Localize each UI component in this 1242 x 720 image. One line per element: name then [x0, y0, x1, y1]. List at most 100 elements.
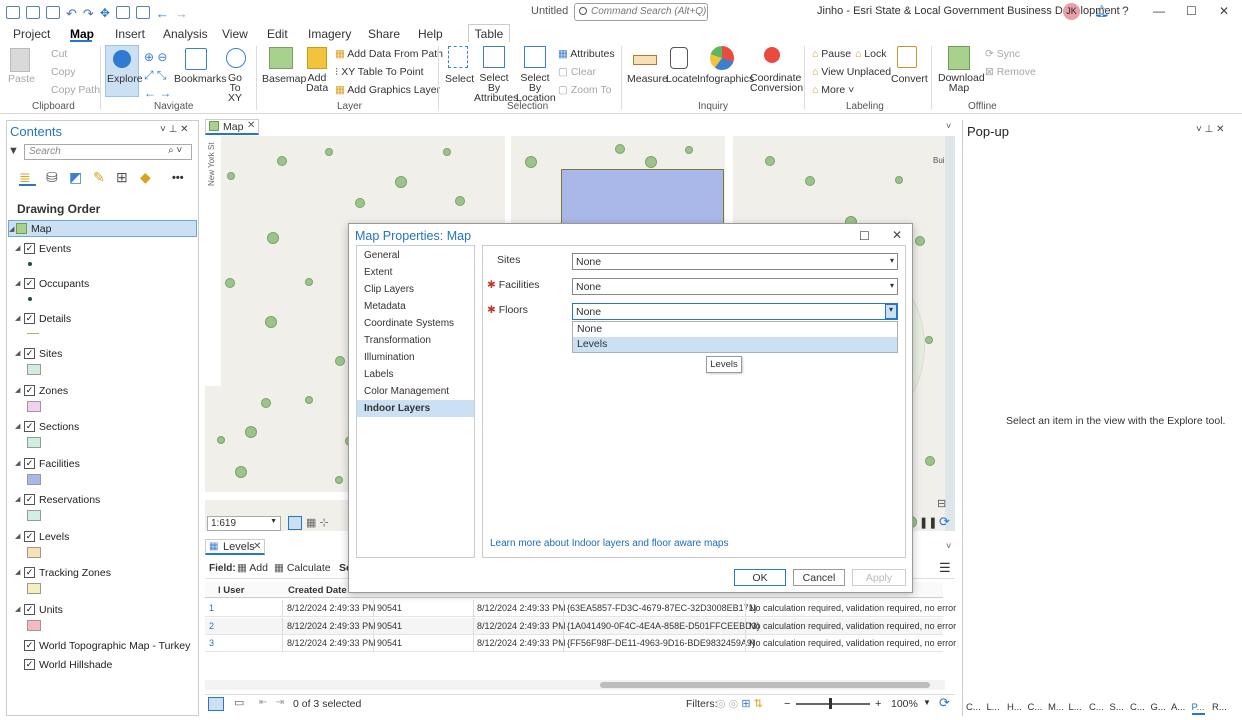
- layer-row[interactable]: ◢ ✓ Occupants: [8, 276, 197, 292]
- avatar[interactable]: JK: [1063, 3, 1080, 20]
- select-by-location-button[interactable]: Select By Location: [516, 73, 556, 104]
- redo-icon[interactable]: ↷: [83, 6, 94, 21]
- expand-icon[interactable]: ◢: [15, 459, 20, 467]
- close-button[interactable]: ✕: [1219, 4, 1229, 18]
- zoom-in-icon[interactable]: +: [875, 698, 881, 710]
- refresh-icon[interactable]: ⟳: [939, 514, 950, 530]
- forward-icon[interactable]: →: [175, 6, 188, 21]
- layer-visibility-checkbox[interactable]: ✓: [24, 567, 35, 578]
- pane-tab[interactable]: L...: [1069, 702, 1082, 713]
- layer-row[interactable]: ◢ ✓ Units: [8, 602, 197, 618]
- lock-button[interactable]: ⌂ Lock: [855, 48, 886, 60]
- sites-select[interactable]: None ▾: [572, 253, 898, 270]
- dialog-nav-item[interactable]: Transformation: [357, 332, 474, 349]
- more-options-button[interactable]: •••: [172, 172, 184, 184]
- layer-row[interactable]: ◢ ✓ Levels: [8, 529, 197, 545]
- layer-visibility-checkbox[interactable]: ✓: [24, 640, 35, 651]
- layer-name[interactable]: Levels: [39, 531, 69, 543]
- save-icon[interactable]: [46, 5, 60, 19]
- expand-icon[interactable]: ◢: [15, 314, 20, 322]
- more-button[interactable]: ⌂ More ˅: [812, 84, 854, 96]
- pane-options-icon[interactable]: ˅ ⊥ ✕: [160, 124, 189, 135]
- layer-visibility-checkbox[interactable]: ✓: [24, 278, 35, 289]
- command-search-input[interactable]: Command Search (Alt+Q): [574, 3, 708, 21]
- tab-dropdown-icon[interactable]: ˅: [946, 541, 951, 551]
- maximize-button[interactable]: ☐: [1186, 4, 1197, 18]
- pane-tab[interactable]: H...: [1007, 702, 1022, 713]
- convert-button[interactable]: Convert: [891, 73, 928, 85]
- scale-selector[interactable]: 1:619 ▼: [207, 516, 281, 531]
- layer-visibility-checkbox[interactable]: ✓: [24, 384, 35, 396]
- copy-path-button[interactable]: Copy Path: [51, 84, 100, 96]
- pane-tab[interactable]: S...: [1110, 702, 1124, 713]
- basemap-button[interactable]: Basemap: [262, 73, 306, 85]
- download-map-button[interactable]: Download Map: [938, 73, 985, 94]
- layer-row[interactable]: ✓ World Hillshade: [8, 657, 197, 673]
- layer-row[interactable]: ◢ ✓ Details: [8, 311, 197, 327]
- dialog-nav-item[interactable]: General: [357, 247, 474, 264]
- pane-tab[interactable]: R...: [1212, 702, 1227, 713]
- layer-visibility-checkbox[interactable]: ✓: [24, 603, 35, 615]
- apply-button[interactable]: Apply: [852, 569, 906, 586]
- pane-tab[interactable]: C...: [1130, 702, 1145, 713]
- add-graphics-layer-button[interactable]: ▦ Add Graphics Layer: [335, 84, 440, 96]
- go-to-xy-button[interactable]: Go To XY: [222, 73, 248, 104]
- list-by-selection-icon[interactable]: ◩: [69, 169, 82, 186]
- tab-insert[interactable]: Insert: [115, 27, 145, 41]
- layer-visibility-checkbox[interactable]: ✓: [24, 348, 35, 359]
- coordinate-conversion-button[interactable]: Coordinate Conversion: [750, 73, 803, 94]
- column-header-created-date[interactable]: Created Date: [288, 585, 347, 596]
- zoom-slider-thumb[interactable]: [829, 698, 832, 709]
- select-button[interactable]: Select: [445, 73, 474, 85]
- layer-name[interactable]: Details: [39, 313, 71, 325]
- table-scrollbar-thumb[interactable]: [600, 682, 930, 688]
- layer-row[interactable]: ◢ ✓ Sites: [8, 346, 197, 362]
- layer-visibility-checkbox[interactable]: ✓: [24, 659, 35, 670]
- tab-map[interactable]: Map: [70, 27, 94, 41]
- sync-button[interactable]: ⟳ Sync: [985, 48, 1020, 60]
- layer-name[interactable]: Events: [39, 243, 71, 255]
- layer-name[interactable]: Reservations: [39, 494, 100, 506]
- tab-analysis[interactable]: Analysis: [163, 27, 208, 41]
- tab-table[interactable]: Table: [468, 24, 510, 42]
- navigate-small-icons[interactable]: ⊕ ⊖ ⤢ ⤡ ← →: [144, 48, 171, 102]
- attributes-button[interactable]: ▦ Attributes: [558, 48, 615, 60]
- dropdown-option-levels[interactable]: Levels: [573, 337, 897, 352]
- add-data-from-path-button[interactable]: ▦ Add Data From Path: [335, 48, 443, 60]
- expand-icon[interactable]: ◢: [15, 605, 20, 613]
- expand-icon[interactable]: ◢: [9, 225, 14, 233]
- pane-tab[interactable]: G...: [1151, 702, 1166, 713]
- help-button[interactable]: ?: [1122, 4, 1129, 18]
- chevron-down-icon[interactable]: ▼: [923, 698, 931, 707]
- zoom-out-icon[interactable]: −: [784, 698, 790, 710]
- tab-edit[interactable]: Edit: [267, 27, 288, 41]
- filter-icon[interactable]: ▼: [8, 145, 19, 157]
- pane-tab[interactable]: C...: [1089, 702, 1104, 713]
- dialog-nav-item[interactable]: Metadata: [357, 298, 474, 315]
- filter-icons[interactable]: ◎ ◎ ⊞ ⇅: [716, 697, 763, 710]
- dialog-nav-item[interactable]: Color Management: [357, 383, 474, 400]
- layer-row[interactable]: ◢ ✓ Sections: [8, 419, 197, 435]
- layer-name[interactable]: Sites: [39, 348, 62, 360]
- copy-button[interactable]: Copy: [51, 66, 76, 78]
- table-row[interactable]: 1 8/12/2024 2:49:33 PM 90541 8/12/2024 2:49…: [205, 600, 956, 617]
- list-by-drawing-order-icon[interactable]: ≣: [19, 169, 36, 186]
- list-by-source-icon[interactable]: ⛁: [46, 169, 58, 186]
- pane-tab[interactable]: A...: [1171, 702, 1185, 713]
- pane-tab[interactable]: L...: [987, 702, 1000, 713]
- layer-visibility-checkbox[interactable]: ✓: [24, 530, 35, 542]
- layer-name[interactable]: Zones: [39, 385, 68, 397]
- tab-dropdown-icon[interactable]: ˅: [946, 121, 951, 131]
- layer-visibility-checkbox[interactable]: ✓: [24, 494, 35, 505]
- tab-view[interactable]: View: [222, 27, 248, 41]
- layer-visibility-checkbox[interactable]: ✓: [24, 313, 35, 324]
- dialog-nav-item[interactable]: Illumination: [357, 349, 474, 366]
- layer-visibility-checkbox[interactable]: ✓: [24, 421, 35, 432]
- pause-button[interactable]: ⌂ Pause: [812, 48, 851, 60]
- dialog-nav-item[interactable]: Indoor Layers: [357, 400, 474, 417]
- layer-name[interactable]: Tracking Zones: [39, 567, 111, 579]
- select-by-attributes-button[interactable]: Select By Attributes: [474, 73, 518, 104]
- pane-tab[interactable]: M...: [1048, 702, 1064, 713]
- table-menu-icon[interactable]: ☰: [939, 560, 951, 576]
- open-icon[interactable]: [26, 5, 40, 19]
